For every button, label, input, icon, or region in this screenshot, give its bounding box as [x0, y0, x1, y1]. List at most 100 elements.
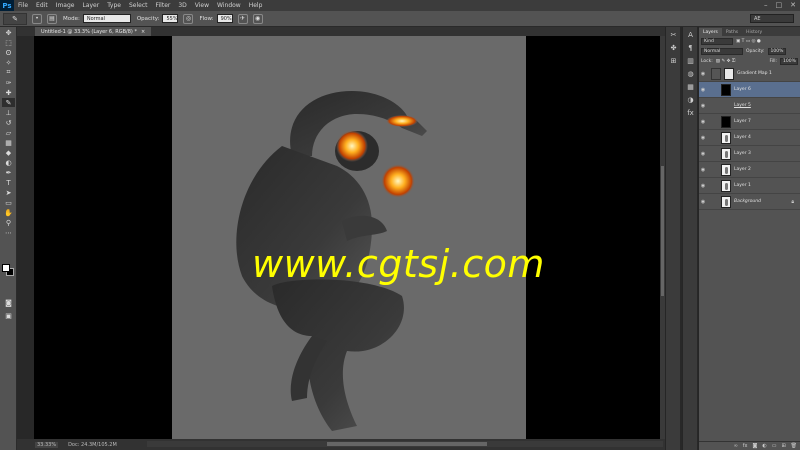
menu-view[interactable]: View [191, 2, 213, 9]
new-group-icon[interactable]: ▭ [772, 443, 777, 449]
tab-history[interactable]: History [742, 28, 766, 36]
fill-field[interactable]: 100% [780, 57, 798, 65]
menu-edit[interactable]: Edit [32, 2, 52, 9]
eye-icon[interactable]: ◉ [699, 199, 707, 205]
eye-icon[interactable]: ◉ [699, 103, 707, 109]
opacity-field[interactable]: 55% [162, 14, 179, 23]
new-adjustment-icon[interactable]: ◐ [762, 443, 766, 449]
character-panel-icon[interactable]: A [685, 30, 696, 40]
menu-file[interactable]: File [14, 2, 32, 9]
layer-gradient-map-1[interactable]: ◉ Gradient Map 1 [699, 66, 800, 82]
adjustments-panel-icon[interactable]: ◑ [685, 95, 696, 105]
extra-tools-icon[interactable]: ⋯ [2, 228, 15, 237]
add-mask-icon[interactable]: ◙ [752, 443, 757, 449]
layer-2[interactable]: ◉ Layer 2 [699, 162, 800, 178]
brush-panel-icon[interactable]: ▤ [47, 13, 57, 24]
menu-layer[interactable]: Layer [78, 2, 103, 9]
gradient-tool-icon[interactable]: ▦ [2, 138, 15, 147]
type-tool-icon[interactable]: T [2, 178, 15, 187]
lock-icons[interactable]: ▨ ✎ ✥ ⚿ [716, 58, 736, 64]
vertical-scroll-thumb[interactable] [661, 166, 664, 296]
screen-mode-icon[interactable]: ▣ [2, 311, 15, 320]
tools-dock-icon[interactable]: ✂ [668, 30, 679, 40]
tab-layers[interactable]: Layers [699, 28, 722, 36]
quick-mask-icon[interactable]: ◙ [2, 298, 15, 307]
flow-field[interactable]: 90% [216, 14, 233, 23]
pressure-size-icon[interactable]: ◉ [252, 13, 263, 24]
eraser-tool-icon[interactable]: ▱ [2, 128, 15, 137]
foreground-color-swatch[interactable] [2, 264, 10, 272]
history-panel-icon[interactable]: ▥ [685, 56, 696, 66]
maximize-button[interactable]: □ [776, 1, 783, 9]
eye-icon[interactable]: ◉ [699, 183, 707, 189]
path-select-tool-icon[interactable]: ➤ [2, 188, 15, 197]
menu-window[interactable]: Window [213, 2, 245, 9]
blur-tool-icon[interactable]: ◆ [2, 148, 15, 157]
clone-source-icon[interactable]: ⊞ [668, 56, 679, 66]
crop-tool-icon[interactable]: ⌗ [2, 68, 15, 77]
hand-tool-icon[interactable]: ✋ [2, 208, 15, 217]
marquee-tool-icon[interactable]: ⬚ [2, 38, 15, 47]
healing-tool-icon[interactable]: ✚ [2, 88, 15, 97]
brush-preset-icon[interactable]: ✤ [668, 43, 679, 53]
brush-tool-icon[interactable]: ✎ [2, 98, 15, 107]
clone-stamp-tool-icon[interactable]: ⊥ [2, 108, 15, 117]
document-info[interactable]: Doc: 24.3M/105.2M [68, 442, 117, 448]
swatches-panel-icon[interactable]: ▦ [685, 82, 696, 92]
menu-3d[interactable]: 3D [174, 2, 190, 9]
eye-icon[interactable]: ◉ [699, 71, 707, 77]
close-tab-icon[interactable]: × [141, 29, 145, 35]
layer-5[interactable]: ◉ Layer 5 [699, 98, 800, 114]
layer-1[interactable]: ◉ Layer 1 [699, 178, 800, 194]
menu-filter[interactable]: Filter [152, 2, 175, 9]
eye-icon[interactable]: ◉ [699, 119, 707, 125]
layer-6[interactable]: ◉ Layer 6 [699, 82, 800, 98]
pen-tool-icon[interactable]: ✒ [2, 168, 15, 177]
dodge-tool-icon[interactable]: ◐ [2, 158, 15, 167]
mode-select[interactable]: Normal [82, 14, 131, 23]
canvas-viewport[interactable]: www.cgtsj.com [34, 36, 665, 439]
canvas-page[interactable] [172, 36, 526, 439]
layer-7[interactable]: ◉ Layer 7 [699, 114, 800, 130]
new-layer-icon[interactable]: ⊞ [781, 443, 785, 449]
airbrush-icon[interactable]: ✈ [237, 13, 248, 24]
paragraph-panel-icon[interactable]: ¶ [685, 43, 696, 53]
delete-layer-icon[interactable]: 🗑︎ [791, 443, 797, 449]
filter-icons[interactable]: ▣ T ▭ ◎ ● [736, 39, 761, 44]
color-panel-icon[interactable]: ◍ [685, 69, 696, 79]
close-button[interactable]: ✕ [790, 1, 796, 9]
horizontal-scrollbar[interactable] [147, 441, 663, 447]
layer-4[interactable]: ◉ Layer 4 [699, 130, 800, 146]
layer-background[interactable]: ◉ Background 🔒︎ [699, 194, 800, 210]
layer-3[interactable]: ◉ Layer 3 [699, 146, 800, 162]
brush-tool-preset[interactable]: ✎ [3, 12, 27, 25]
styles-panel-icon[interactable]: fx [685, 108, 696, 118]
workspace-select[interactable]: AE [750, 14, 794, 23]
eyedropper-tool-icon[interactable]: ✑ [2, 78, 15, 87]
menu-image[interactable]: Image [52, 2, 79, 9]
layer-mask-thumb[interactable] [724, 67, 734, 80]
eye-icon[interactable]: ◉ [699, 151, 707, 157]
pressure-opacity-icon[interactable]: ◎ [183, 13, 194, 24]
horizontal-scroll-thumb[interactable] [327, 442, 487, 446]
zoom-level[interactable]: 33.33% [35, 441, 59, 448]
lasso-tool-icon[interactable]: ʘ [2, 48, 15, 57]
layer-opacity-field[interactable]: 100% [767, 47, 786, 55]
menu-select[interactable]: Select [125, 2, 152, 9]
filter-kind-select[interactable]: Kind [701, 37, 733, 45]
eye-icon[interactable]: ◉ [699, 135, 707, 141]
history-brush-tool-icon[interactable]: ↺ [2, 118, 15, 127]
link-layers-icon[interactable]: ∞ [734, 443, 738, 449]
quick-select-tool-icon[interactable]: ✧ [2, 58, 15, 67]
zoom-tool-icon[interactable]: ⚲ [2, 218, 15, 227]
menu-help[interactable]: Help [245, 2, 267, 9]
eye-icon[interactable]: ◉ [699, 167, 707, 173]
menu-type[interactable]: Type [103, 2, 125, 9]
layer-style-icon[interactable]: fx [743, 443, 748, 449]
blend-mode-select[interactable]: Normal [701, 47, 743, 55]
shape-tool-icon[interactable]: ▭ [2, 198, 15, 207]
move-tool-icon[interactable]: ✥ [2, 28, 15, 37]
document-tab[interactable]: Untitled-1 @ 33.3% (Layer 6, RGB/8) * × [35, 27, 152, 36]
tab-paths[interactable]: Paths [722, 28, 742, 36]
brush-size-icon[interactable]: • [32, 13, 42, 24]
